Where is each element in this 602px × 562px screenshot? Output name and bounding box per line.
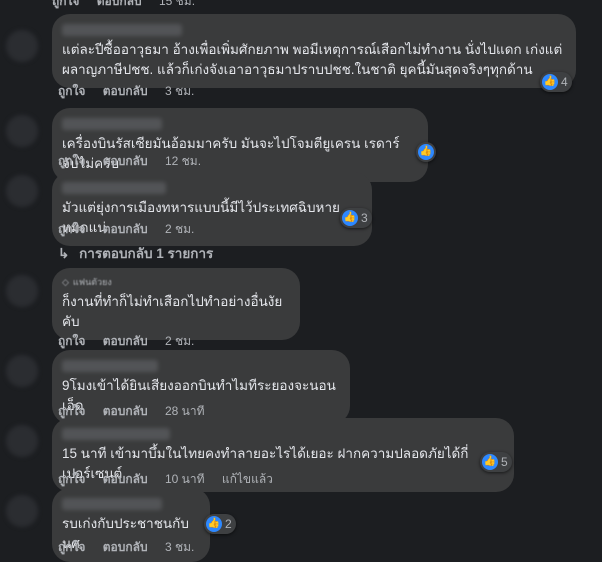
avatar[interactable] bbox=[6, 425, 38, 457]
reaction-summary[interactable]: 👍 2 bbox=[204, 514, 236, 534]
author-name[interactable] bbox=[62, 182, 166, 194]
author-name[interactable] bbox=[62, 428, 170, 440]
reaction-summary[interactable]: 👍 4 bbox=[540, 72, 572, 92]
comment-text: ก็งานที่ทำก็ไม่ทำเสือกไปทำอย่างอื่นงัยคั… bbox=[62, 294, 283, 329]
avatar[interactable] bbox=[6, 30, 38, 62]
like-link[interactable]: ถูกใจ bbox=[58, 334, 85, 348]
thumbs-up-icon: 👍 bbox=[482, 454, 498, 470]
avatar[interactable] bbox=[6, 355, 38, 387]
comment-actions: ถูกใจ ตอบกลับ 2 ชม. bbox=[58, 332, 208, 351]
top-fan-badge: ◇ แฟนตัวยง bbox=[62, 277, 112, 287]
like-link[interactable]: ถูกใจ bbox=[58, 404, 85, 418]
comment-item: แต่ละปีซื้ออาวุธมา อ้างเพื่อเพิ่มศักยภาพ… bbox=[52, 14, 576, 98]
reply-link[interactable]: ตอบกลับ bbox=[103, 472, 148, 486]
like-link[interactable]: ถูกใจ bbox=[58, 472, 85, 486]
comment-bubble: ◇ แฟนตัวยง ก็งานที่ทำก็ไม่ทำเสือกไปทำอย่า… bbox=[52, 268, 300, 340]
comment-actions-prev: ถูกใจ ตอบกลับ 15 ชม. bbox=[52, 0, 209, 11]
reply-link[interactable]: ตอบกลับ bbox=[103, 154, 148, 168]
reply-link[interactable]: ตอบกลับ bbox=[103, 404, 148, 418]
more-replies-label[interactable]: การตอบกลับ 1 รายการ bbox=[79, 246, 213, 261]
reply-link[interactable]: ตอบกลับ bbox=[103, 540, 148, 554]
reply-link[interactable]: ตอบกลับ bbox=[103, 222, 148, 236]
reaction-summary[interactable]: 👍 bbox=[416, 142, 436, 162]
reply-link[interactable]: ตอบกลับ bbox=[103, 84, 148, 98]
comment-actions: ถูกใจ ตอบกลับ 10 นาที แก้ไขแล้ว bbox=[58, 470, 287, 489]
avatar[interactable] bbox=[6, 275, 38, 307]
comment-actions: ถูกใจ ตอบกลับ 12 ชม. bbox=[58, 152, 215, 171]
comment-item: มัวแต่ยุ่งการเมืองทหารแบบนี้มีไว้ประเทศฉ… bbox=[52, 172, 372, 246]
reaction-count: 5 bbox=[501, 455, 508, 469]
comment-actions: ถูกใจ ตอบกลับ 3 ชม. bbox=[58, 538, 208, 557]
avatar-strip bbox=[0, 0, 44, 556]
reaction-count: 2 bbox=[225, 517, 232, 531]
thumbs-up-icon: 👍 bbox=[542, 74, 558, 90]
avatar[interactable] bbox=[6, 115, 38, 147]
comment-item: ◇ แฟนตัวยง ก็งานที่ทำก็ไม่ทำเสือกไปทำอย่า… bbox=[52, 268, 300, 348]
timestamp[interactable]: 12 ชม. bbox=[165, 154, 201, 168]
thumbs-up-icon: 👍 bbox=[342, 210, 358, 226]
timestamp[interactable]: 28 นาที bbox=[165, 404, 205, 418]
author-name[interactable] bbox=[62, 360, 158, 372]
author-name[interactable] bbox=[62, 118, 162, 130]
timestamp[interactable]: 3 ชม. bbox=[165, 540, 194, 554]
reaction-summary[interactable]: 👍 3 bbox=[340, 208, 372, 228]
view-more-replies[interactable]: ↳ การตอบกลับ 1 รายการ bbox=[58, 242, 213, 264]
timestamp[interactable]: 2 ชม. bbox=[165, 222, 194, 236]
comment-item: เครื่องบินรัสเซียมันอ้อมมาครับ มันจะไปโจ… bbox=[52, 108, 436, 182]
edited-label[interactable]: แก้ไขแล้ว bbox=[222, 472, 273, 486]
reply-link[interactable]: ตอบกลับ bbox=[97, 0, 142, 8]
thumbs-up-icon: 👍 bbox=[418, 144, 434, 160]
reaction-count: 4 bbox=[561, 75, 568, 89]
like-link[interactable]: ถูกใจ bbox=[58, 154, 85, 168]
comment-bubble: แต่ละปีซื้ออาวุธมา อ้างเพื่อเพิ่มศักยภาพ… bbox=[52, 14, 576, 88]
comment-text: แต่ละปีซื้ออาวุธมา อ้างเพื่อเพิ่มศักยภาพ… bbox=[62, 42, 563, 77]
reaction-count: 3 bbox=[361, 211, 368, 225]
comment-item: 15 นาที เข้ามาบึ้มในไทยคงทำลายอะไรได้เยอ… bbox=[52, 418, 514, 492]
diamond-icon: ◇ bbox=[62, 277, 69, 287]
author-name[interactable] bbox=[62, 24, 182, 36]
timestamp[interactable]: 3 ชม. bbox=[165, 84, 194, 98]
timestamp[interactable]: 2 ชม. bbox=[165, 334, 194, 348]
reply-arrow-icon: ↳ bbox=[58, 246, 70, 261]
comment-item: รบเก่งกับประชาชนกับ นศ. 👍 2 ถูกใจ ตอบกลั… bbox=[52, 488, 236, 562]
author-name[interactable] bbox=[62, 498, 162, 510]
thumbs-up-icon: 👍 bbox=[206, 516, 222, 532]
reaction-summary[interactable]: 👍 5 bbox=[480, 452, 512, 472]
avatar[interactable] bbox=[6, 495, 38, 527]
timestamp[interactable]: 10 นาที bbox=[165, 472, 205, 486]
like-link[interactable]: ถูกใจ bbox=[58, 84, 85, 98]
like-link[interactable]: ถูกใจ bbox=[58, 540, 85, 554]
comment-actions: ถูกใจ ตอบกลับ 2 ชม. bbox=[58, 220, 208, 239]
like-link[interactable]: ถูกใจ bbox=[52, 0, 79, 8]
like-link[interactable]: ถูกใจ bbox=[58, 222, 85, 236]
comment-item: 9โมงเข้าได้ยินเสียงออกบินทำไมทีระยองจะนอ… bbox=[52, 350, 350, 424]
comment-actions: ถูกใจ ตอบกลับ 3 ชม. bbox=[58, 82, 208, 101]
timestamp[interactable]: 15 ชม. bbox=[159, 0, 195, 8]
reply-link[interactable]: ตอบกลับ bbox=[103, 334, 148, 348]
avatar[interactable] bbox=[6, 175, 38, 207]
